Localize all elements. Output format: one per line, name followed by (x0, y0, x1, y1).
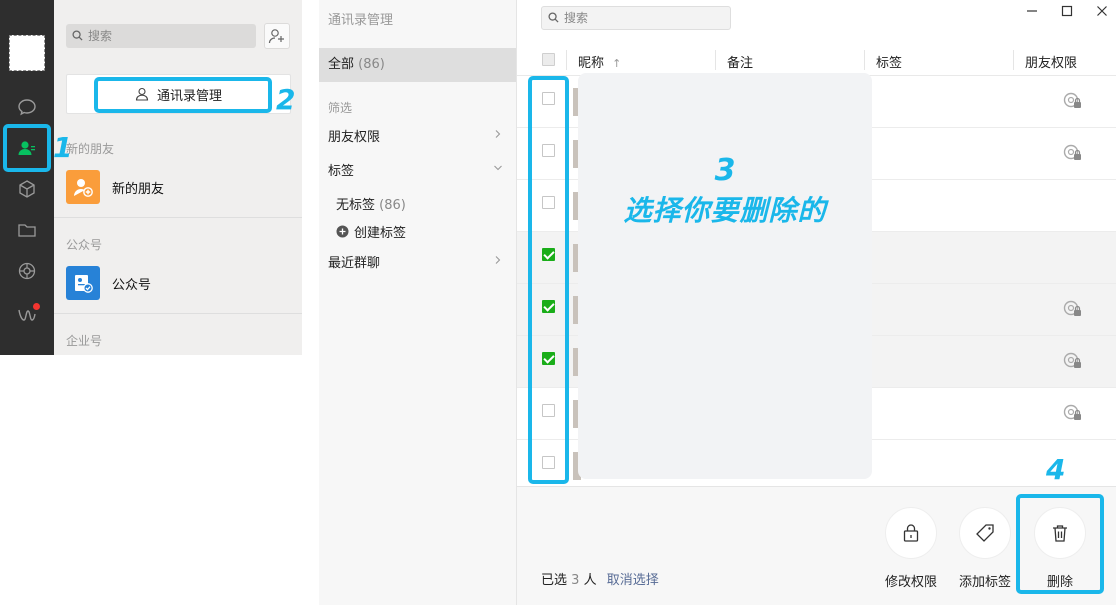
chat-icon[interactable] (15, 95, 39, 119)
modify-permission-label: 修改权限 (884, 575, 937, 590)
add-contact-button[interactable] (264, 23, 290, 49)
filter-all[interactable]: 全部 (86) (319, 48, 516, 82)
search-placeholder: 搜索 (564, 11, 589, 25)
filter-all-label: 全部 (328, 57, 355, 72)
add-tag-label: 添加标签 (958, 575, 1011, 590)
annotation-step-1: 1 (53, 131, 73, 164)
moments-lock-icon (1063, 352, 1081, 368)
section-enterprise: 企业号 (66, 334, 103, 348)
section-new-friends: 新的朋友 (66, 142, 115, 156)
chevron-right-icon (495, 130, 501, 138)
search-placeholder: 搜索 (88, 29, 113, 43)
search-icon (72, 30, 83, 41)
avatar[interactable] (9, 35, 45, 71)
tag-icon (959, 507, 1011, 559)
nav-rail (0, 0, 54, 355)
table-search-input[interactable]: 搜索 (541, 6, 731, 30)
add-person-icon (268, 29, 284, 44)
annotation-frame-1 (3, 124, 51, 172)
filter-no-tag[interactable]: 无标签 (86) (336, 194, 406, 213)
search-icon (548, 12, 559, 23)
select-all-checkbox[interactable] (542, 53, 555, 66)
lock-icon (885, 507, 937, 559)
official-accounts-item[interactable]: 公众号 (54, 256, 302, 310)
selected-prefix: 已选 (541, 573, 568, 588)
moments-lock-icon (1063, 92, 1081, 108)
column-separator (715, 50, 716, 70)
selected-count: 3 (571, 573, 580, 588)
filter-recent-groups[interactable]: 最近群聊 (328, 252, 380, 271)
maximize-icon[interactable] (1060, 4, 1074, 18)
moments-lock-icon (1063, 144, 1081, 160)
new-friends-item[interactable]: 新的朋友 (54, 160, 302, 214)
divider (54, 217, 302, 218)
miniprogram-icon[interactable] (15, 302, 40, 326)
new-friends-label: 新的朋友 (112, 181, 165, 197)
chevron-right-icon (495, 256, 501, 264)
official-accounts-label: 公众号 (112, 277, 152, 293)
filter-tags[interactable]: 标签 (328, 160, 354, 179)
sort-arrow-icon: ↑ (612, 57, 622, 70)
annotation-frame-2 (94, 77, 272, 113)
filter-friend-permission[interactable]: 朋友权限 (328, 126, 380, 145)
annotation-frame-3 (528, 76, 569, 484)
new-friend-icon (66, 170, 100, 204)
minimize-icon[interactable] (1025, 4, 1039, 18)
divider (54, 313, 302, 314)
annotation-step-3: 3 (714, 153, 736, 188)
no-tag-label: 无标签 (336, 198, 376, 213)
column-separator (566, 50, 567, 70)
create-tag-button[interactable]: 创建标签 (336, 222, 406, 241)
chevron-down-icon (494, 165, 502, 171)
annotation-overlay: 3 选择你要删除的 (578, 73, 872, 479)
cancel-selection-link[interactable]: 取消选择 (607, 573, 659, 588)
add-tag-button[interactable]: 添加标签 (955, 507, 1015, 590)
official-account-icon (66, 266, 100, 300)
table-header: 昵称 ↑ 备注 标签 朋友权限 (517, 44, 1116, 76)
filter-sidebar: 通讯录管理 全部 (86) 筛选 朋友权限 标签 无标签 (86) 创建标签 最… (319, 0, 517, 605)
folder-icon[interactable] (15, 218, 39, 242)
filter-heading: 筛选 (328, 101, 353, 115)
section-official: 公众号 (66, 238, 103, 252)
column-tags[interactable]: 标签 (876, 52, 902, 71)
column-separator (864, 50, 865, 70)
annotation-step-3-text: 选择你要删除的 (623, 194, 827, 227)
column-friend-permission[interactable]: 朋友权限 (1025, 52, 1077, 71)
notification-dot (33, 303, 40, 310)
selection-info: 已选 3 人 取消选择 (541, 569, 659, 588)
moments-lock-icon (1063, 300, 1081, 316)
column-nickname-label: 昵称 (578, 56, 605, 71)
plus-circle-icon (336, 225, 349, 238)
moments-icon[interactable] (15, 259, 39, 283)
annotation-step-4: 4 (1046, 453, 1066, 486)
close-icon[interactable] (1095, 4, 1109, 18)
column-remark[interactable]: 备注 (727, 52, 753, 71)
cube-icon[interactable] (15, 177, 39, 201)
contacts-search-input[interactable]: 搜索 (66, 24, 256, 48)
annotation-frame-4 (1016, 494, 1104, 594)
column-separator (1013, 50, 1014, 70)
filter-title: 通讯录管理 (328, 13, 394, 28)
column-nickname[interactable]: 昵称 ↑ (578, 52, 621, 71)
no-tag-count: (86) (379, 198, 406, 213)
contacts-pane: 搜索 通讯录管理 新的朋友 新的朋友 公众号 公众号 企业号 (54, 0, 302, 355)
annotation-step-2: 2 (276, 83, 296, 116)
modify-permission-button[interactable]: 修改权限 (881, 507, 941, 590)
create-tag-label: 创建标签 (354, 226, 407, 241)
moments-lock-icon (1063, 404, 1081, 420)
selected-suffix: 人 (583, 573, 597, 588)
filter-all-count: (86) (358, 57, 385, 72)
